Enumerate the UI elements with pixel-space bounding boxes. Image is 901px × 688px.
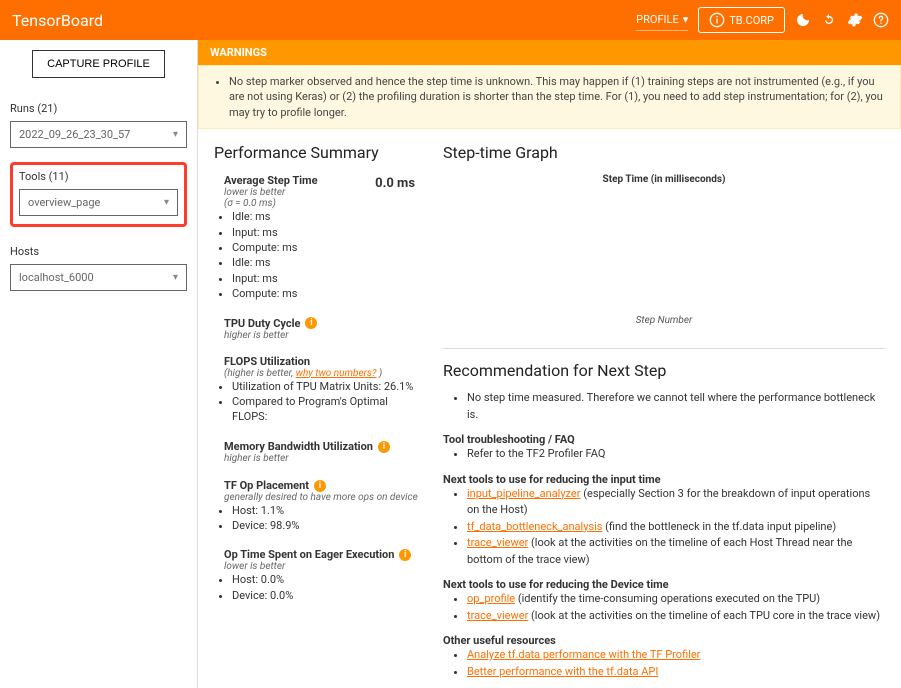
mode-select-label: PROFILE — [636, 13, 679, 26]
analyze-tfdata-link[interactable]: Analyze tf.data performance with the TF … — [467, 648, 700, 661]
flops-block: FLOPS Utilization (higher is better, why… — [214, 355, 423, 425]
tpu-duty-sub: higher is better — [224, 330, 423, 341]
metric-item: Compute: ms — [232, 240, 423, 255]
eager-sub: lower is better — [224, 561, 423, 572]
info-icon[interactable]: i — [305, 317, 317, 329]
header-right: PROFILE ▾ TB.CORP — [636, 7, 889, 33]
faq-item: Refer to the TF2 Profiler FAQ — [467, 446, 885, 463]
trace-viewer-link[interactable]: trace_viewer — [467, 609, 528, 622]
metric-item: Utilization of TPU Matrix Units: 26.1% — [232, 379, 423, 394]
metric-item: Input: ms — [232, 271, 423, 286]
perf-title: Performance Summary — [214, 143, 423, 162]
warnings-body: No step marker observed and hence the st… — [198, 65, 901, 129]
avg-step-sub: lower is better — [224, 187, 318, 198]
input-tools-heading: Next tools to use for reducing the input… — [443, 473, 885, 486]
rec-item: trace_viewer (look at the activities on … — [467, 535, 885, 568]
mem-sub: higher is better — [224, 453, 423, 464]
tpu-duty-block: TPU Duty Cycle i higher is better — [214, 316, 423, 341]
tools-select[interactable]: overview_page ▾ — [19, 189, 178, 216]
tf-op-block: TF Op Placement i generally desired to h… — [214, 478, 423, 534]
rec-item: Better performance with the tf.data API — [467, 664, 885, 681]
flops-sub: (higher is better, why two numbers? ) — [224, 368, 423, 379]
input-pipeline-analyzer-link[interactable]: input_pipeline_analyzer — [467, 487, 581, 500]
tools-selected: overview_page — [28, 196, 100, 209]
other-resources-heading: Other useful resources — [443, 634, 885, 647]
tfop-sub: generally desired to have more ops on de… — [224, 492, 423, 503]
help-icon[interactable] — [873, 12, 889, 28]
warnings-heading: WARNINGS — [198, 40, 901, 65]
chart-xlabel: Step Number — [443, 315, 885, 326]
hosts-selected: localhost_6000 — [19, 271, 94, 284]
metric-item: Host: 1.1% — [232, 503, 423, 518]
caret-down-icon: ▾ — [173, 272, 178, 283]
better-perf-tfdata-link[interactable]: Better performance with the tf.data API — [467, 665, 658, 678]
tools-label: Tools (11) — [19, 170, 178, 183]
info-icon[interactable]: i — [399, 549, 411, 561]
rec-item: Analyze tf.data performance with the TF … — [467, 647, 885, 664]
op-profile-link[interactable]: op_profile — [467, 592, 515, 605]
caret-down-icon: ▾ — [164, 197, 169, 208]
caret-down-icon: ▾ — [173, 129, 178, 140]
step-graph-title: Step-time Graph — [443, 143, 885, 162]
mode-select[interactable]: PROFILE ▾ — [636, 9, 688, 31]
rec-title: Recommendation for Next Step — [443, 361, 885, 380]
avg-step-sigma: (σ = 0.0 ms) — [224, 198, 318, 209]
avg-step-time-block: Average Step Time lower is better (σ = 0… — [214, 174, 423, 301]
why-two-numbers-link[interactable]: why two numbers? — [296, 368, 377, 379]
tfop-title: TF Op Placement — [224, 479, 309, 492]
tf-data-bottleneck-link[interactable]: tf_data_bottleneck_analysis — [467, 520, 602, 533]
metric-item: Idle: ms — [232, 209, 423, 224]
rec-item: tf_data_bottleneck_analysis (find the bo… — [467, 519, 885, 536]
app-header: TensorBoard PROFILE ▾ TB.CORP — [0, 0, 901, 40]
info-icon[interactable]: i — [314, 480, 326, 492]
metric-item: Input: ms — [232, 225, 423, 240]
avg-step-value: 0.0 ms — [375, 176, 415, 191]
trace-viewer-link[interactable]: trace_viewer — [467, 536, 528, 549]
tbcorp-label: TB.CORP — [729, 14, 774, 27]
rec-item: input_pipeline_analyzer (especially Sect… — [467, 486, 885, 519]
capture-profile-button[interactable]: CAPTURE PROFILE — [32, 50, 165, 78]
rec-bullet: No step time measured. Therefore we cann… — [467, 390, 885, 423]
rec-item: trace_viewer (look at the activities on … — [467, 608, 885, 625]
warning-item: No step marker observed and hence the st… — [229, 74, 890, 120]
metric-item: Device: 0.0% — [232, 588, 423, 603]
caret-down-icon: ▾ — [683, 13, 689, 26]
mem-bw-block: Memory Bandwidth Utilization i higher is… — [214, 439, 423, 464]
main-content: WARNINGS No step marker observed and hen… — [198, 40, 901, 688]
tpu-duty-title: TPU Duty Cycle — [224, 317, 300, 330]
hosts-select[interactable]: localhost_6000 ▾ — [10, 264, 187, 291]
runs-select[interactable]: 2022_09_26_23_30_57 ▾ — [10, 121, 187, 148]
eager-title: Op Time Spent on Eager Execution — [224, 548, 394, 561]
rec-item: op_profile (identify the time-consuming … — [467, 591, 885, 608]
info-icon — [709, 12, 725, 28]
flops-title: FLOPS Utilization — [224, 355, 423, 368]
app-title: TensorBoard — [12, 11, 636, 30]
hosts-label: Hosts — [10, 245, 187, 258]
settings-icon[interactable] — [847, 12, 863, 28]
tbcorp-button[interactable]: TB.CORP — [698, 7, 785, 33]
metric-item: Compared to Program's Optimal FLOPS: — [232, 394, 423, 425]
sidebar: CAPTURE PROFILE Runs (21) 2022_09_26_23_… — [0, 40, 198, 688]
metric-item: Compute: ms — [232, 286, 423, 301]
device-tools-heading: Next tools to use for reducing the Devic… — [443, 578, 885, 591]
step-time-chart: Step Time (in milliseconds) Step Number — [443, 174, 885, 344]
chart-inner-title: Step Time (in milliseconds) — [443, 174, 885, 185]
runs-selected: 2022_09_26_23_30_57 — [19, 128, 130, 141]
mem-title: Memory Bandwidth Utilization — [224, 440, 373, 453]
metric-item: Host: 0.0% — [232, 572, 423, 587]
runs-label: Runs (21) — [10, 102, 187, 115]
info-icon[interactable]: i — [378, 441, 390, 453]
tools-group-highlight: Tools (11) overview_page ▾ — [10, 162, 187, 227]
metric-item: Device: 98.9% — [232, 518, 423, 533]
performance-summary: Performance Summary Average Step Time lo… — [198, 129, 433, 688]
theme-toggle-icon[interactable] — [795, 12, 811, 28]
recommendation-section: Recommendation for Next Step No step tim… — [443, 348, 885, 680]
faq-heading: Tool troubleshooting / FAQ — [443, 433, 885, 446]
avg-step-title: Average Step Time — [224, 174, 318, 187]
eager-block: Op Time Spent on Eager Execution i lower… — [214, 547, 423, 603]
metric-item: Idle: ms — [232, 255, 423, 270]
refresh-icon[interactable] — [821, 12, 837, 28]
